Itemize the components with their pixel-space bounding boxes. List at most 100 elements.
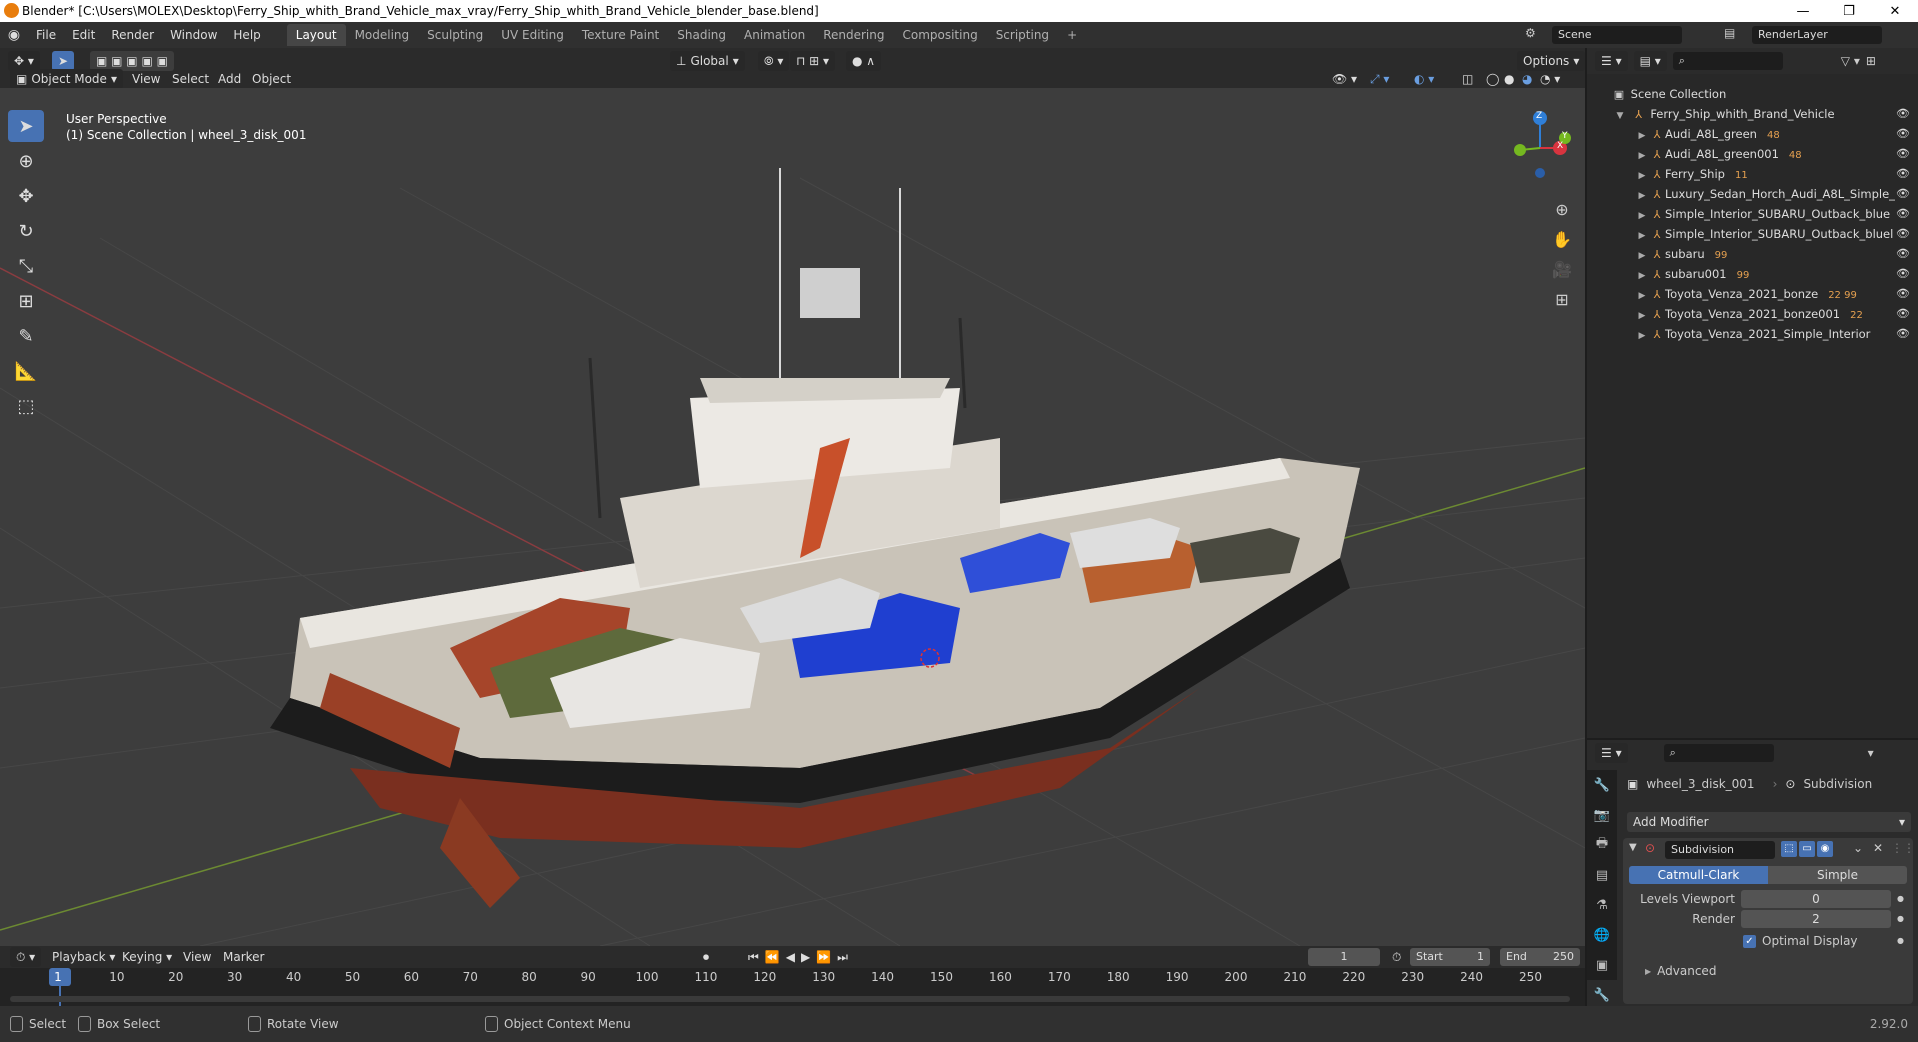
expand-right-icon[interactable]: ▶ bbox=[1635, 166, 1649, 186]
options-dropdown[interactable]: Options ▾ bbox=[1517, 51, 1586, 71]
tab-shading[interactable]: Shading bbox=[668, 24, 735, 46]
tab-rendering[interactable]: Rendering bbox=[814, 24, 893, 46]
add-modifier-dropdown[interactable]: Add Modifier ▾ bbox=[1627, 812, 1911, 832]
transform-orientation-dropdown[interactable]: ⊥ Global ▾ bbox=[670, 51, 745, 71]
select-tool-icon[interactable]: ➤ bbox=[52, 51, 74, 71]
outliner-item[interactable]: ▶ ⅄ Simple_Interior_SUBARU_Outback_bluel 👁 bbox=[1587, 224, 1918, 244]
current-frame-input[interactable]: 1 bbox=[1308, 948, 1380, 966]
shading-wireframe-icon[interactable]: ◯ bbox=[1486, 69, 1499, 89]
tab-modeling[interactable]: Modeling bbox=[346, 24, 419, 46]
add-cube-tool-icon[interactable]: ⬚ bbox=[8, 390, 44, 422]
visibility-eye-icon[interactable]: 👁 bbox=[1896, 304, 1910, 324]
timeline-menu-view[interactable]: View bbox=[183, 947, 211, 967]
start-frame-field[interactable]: Start 1 bbox=[1410, 948, 1490, 966]
editmode-toggle-icon[interactable]: ⬚ bbox=[1781, 841, 1797, 857]
tab-uv-editing[interactable]: UV Editing bbox=[492, 24, 573, 46]
menu-edit[interactable]: Edit bbox=[64, 22, 103, 48]
modifier-drag-handle-icon[interactable]: ⋮⋮ bbox=[1891, 841, 1915, 855]
expand-down-icon[interactable]: ▼ bbox=[1613, 106, 1627, 126]
properties-options-icon[interactable]: ▾ bbox=[1868, 746, 1874, 760]
blender-menu-icon[interactable]: ◉ bbox=[0, 27, 28, 43]
visibility-eye-icon[interactable]: 👁 bbox=[1896, 184, 1910, 204]
outliner-filter-icon[interactable]: ▽ ▾ bbox=[1841, 54, 1860, 68]
menu-help[interactable]: Help bbox=[225, 22, 268, 48]
outliner-item[interactable]: ▶ ⅄ Toyota_Venza_2021_Simple_Interior 👁 bbox=[1587, 324, 1918, 344]
expand-right-icon[interactable]: ▶ bbox=[1635, 246, 1649, 266]
expand-right-icon[interactable]: ▶ bbox=[1635, 326, 1649, 346]
menu-file[interactable]: File bbox=[28, 22, 64, 48]
maximize-button[interactable]: ❐ bbox=[1826, 0, 1872, 22]
proportional-edit-icon[interactable]: ● ∧ bbox=[846, 51, 882, 71]
outliner-scene-collection[interactable]: ▣ Scene Collection bbox=[1587, 84, 1918, 104]
outliner-item[interactable]: ▶ ⅄ Audi_A8L_green001 48 👁 bbox=[1587, 144, 1918, 164]
object-mode-dropdown[interactable]: ▣ Object Mode ▾ bbox=[10, 69, 123, 89]
record-keyframe-icon[interactable]: ⏺ bbox=[703, 947, 709, 967]
3d-viewport[interactable]: User Perspective (1) Scene Collection | … bbox=[0, 88, 1585, 946]
end-frame-field[interactable]: End 250 bbox=[1500, 948, 1580, 966]
keyframe-dot-icon[interactable]: ● bbox=[1897, 934, 1904, 948]
visibility-eye-icon[interactable]: 👁 bbox=[1896, 284, 1910, 304]
xray-toggle-icon[interactable]: ◫ bbox=[1462, 69, 1473, 89]
catmull-clark-button[interactable]: Catmull-Clark bbox=[1629, 866, 1768, 884]
select-box-tool-icon[interactable]: ➤ bbox=[8, 110, 44, 142]
visibility-eye-icon[interactable]: 👁 bbox=[1896, 144, 1910, 164]
expand-right-icon[interactable]: ▶ bbox=[1635, 306, 1649, 326]
render-toggle-icon[interactable]: ◉ bbox=[1817, 841, 1833, 857]
outliner-item[interactable]: ▶ ⅄ Toyota_Venza_2021_bonze 22 99 👁 bbox=[1587, 284, 1918, 304]
outliner-search-input[interactable]: ⌕ bbox=[1672, 52, 1783, 70]
zoom-icon[interactable]: ⊕ bbox=[1547, 195, 1577, 223]
shading-solid-icon[interactable]: ● bbox=[1504, 69, 1514, 89]
outliner-item[interactable]: ▶ ⅄ Ferry_Ship 11 👁 bbox=[1587, 164, 1918, 184]
viewport-menu-object[interactable]: Object bbox=[252, 69, 291, 89]
timeline-menu-playback[interactable]: Playback ▾ bbox=[52, 947, 115, 967]
viewport-menu-select[interactable]: Select bbox=[172, 69, 209, 89]
tab-compositing[interactable]: Compositing bbox=[893, 24, 986, 46]
visibility-eye-icon[interactable]: 👁 bbox=[1896, 104, 1910, 124]
timeline-frame-ruler[interactable]: 1 10 20 30 40 50 60 70 80 90 100 110 120 130 140 150 160… bbox=[0, 968, 1585, 1006]
visibility-eye-icon[interactable]: 👁 bbox=[1896, 164, 1910, 184]
keyframe-dot-icon[interactable]: ● bbox=[1897, 910, 1904, 928]
new-collection-icon[interactable]: ⊞ bbox=[1866, 54, 1876, 68]
cursor-tool-icon[interactable]: ⊕ bbox=[8, 145, 44, 177]
shading-rendered-icon[interactable]: ◔ ▾ bbox=[1540, 69, 1560, 89]
annotate-tool-icon[interactable]: ✎ bbox=[8, 320, 44, 352]
object-tab-icon[interactable]: ▣ bbox=[1587, 950, 1617, 980]
playback-controls-icon[interactable]: ⏮⏪◀▶⏩⏭ bbox=[748, 947, 854, 967]
outliner-display-mode-icon[interactable]: ▤ ▾ bbox=[1633, 51, 1667, 71]
timeline-menu-marker[interactable]: Marker bbox=[223, 947, 264, 967]
render-tab-icon[interactable]: 📷 bbox=[1587, 800, 1617, 830]
view-layer-tab-icon[interactable]: ▤ bbox=[1587, 860, 1617, 890]
expand-right-icon[interactable]: ▶ bbox=[1635, 126, 1649, 146]
visibility-eye-icon[interactable]: 👁 bbox=[1896, 224, 1910, 244]
outliner-item[interactable]: ▶ ⅄ subaru001 99 👁 bbox=[1587, 264, 1918, 284]
tool-settings-tab-icon[interactable]: 🔧 bbox=[1587, 770, 1617, 800]
optimal-display-checkbox[interactable]: ✓ bbox=[1743, 934, 1756, 948]
move-tool-icon[interactable]: ✥ bbox=[8, 180, 44, 212]
expand-right-icon[interactable]: ▶ bbox=[1635, 286, 1649, 306]
perspective-toggle-icon[interactable]: ⊞ bbox=[1547, 285, 1577, 313]
viewport-menu-view[interactable]: View bbox=[132, 69, 160, 89]
visibility-eye-icon[interactable]: 👁 bbox=[1896, 324, 1910, 344]
keyframe-dot-icon[interactable]: ● bbox=[1897, 890, 1904, 908]
expand-right-icon[interactable]: ▶ bbox=[1635, 146, 1649, 166]
outliner-editor-type-icon[interactable]: ☰ ▾ bbox=[1595, 51, 1628, 71]
scene-name-field[interactable]: Scene bbox=[1552, 26, 1682, 44]
timeline-scrollbar[interactable] bbox=[10, 996, 1570, 1002]
collapse-down-icon[interactable]: ▼ bbox=[1629, 842, 1637, 853]
world-tab-icon[interactable]: 🌐 bbox=[1587, 920, 1617, 950]
expand-right-icon[interactable]: ▶ bbox=[1635, 266, 1649, 286]
outliner-item[interactable]: ▶ ⅄ subaru 99 👁 bbox=[1587, 244, 1918, 264]
add-workspace-button[interactable]: + bbox=[1058, 24, 1086, 46]
outliner-item[interactable]: ▶ ⅄ Toyota_Venza_2021_bonze001 22 👁 bbox=[1587, 304, 1918, 324]
navigation-gizmo[interactable]: Z X Y bbox=[1500, 108, 1580, 188]
tab-layout[interactable]: Layout bbox=[286, 24, 346, 46]
pan-hand-icon[interactable]: ✋ bbox=[1547, 225, 1577, 253]
menu-render[interactable]: Render bbox=[103, 22, 162, 48]
outliner-item[interactable]: ▶ ⅄ Audi_A8L_green 48 👁 bbox=[1587, 124, 1918, 144]
overlay-toggle-icon[interactable]: ◐ ▾ bbox=[1414, 69, 1434, 89]
tab-texture-paint[interactable]: Texture Paint bbox=[573, 24, 668, 46]
camera-view-icon[interactable]: 🎥 bbox=[1547, 255, 1577, 283]
tab-sculpting[interactable]: Sculpting bbox=[418, 24, 492, 46]
modifier-name-field[interactable]: Subdivision bbox=[1665, 841, 1775, 859]
visibility-eye-icon[interactable]: 👁 bbox=[1896, 204, 1910, 224]
